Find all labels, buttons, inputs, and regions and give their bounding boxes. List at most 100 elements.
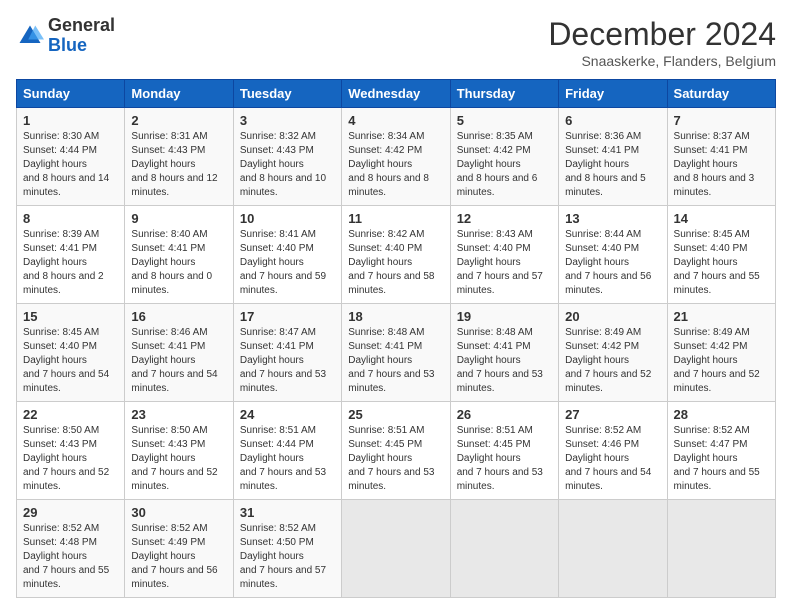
day-detail: Sunrise: 8:43 AMSunset: 4:40 PMDaylight … xyxy=(457,229,543,296)
calendar-cell: 31 Sunrise: 8:52 AMSunset: 4:50 PMDaylig… xyxy=(233,500,341,598)
day-detail: Sunrise: 8:52 AMSunset: 4:47 PMDaylight … xyxy=(674,425,760,492)
calendar-cell: 29 Sunrise: 8:52 AMSunset: 4:48 PMDaylig… xyxy=(17,500,125,598)
day-number: 2 xyxy=(131,113,226,128)
day-detail: Sunrise: 8:52 AMSunset: 4:49 PMDaylight … xyxy=(131,523,217,590)
weekday-header-tuesday: Tuesday xyxy=(233,80,341,108)
calendar-cell: 10 Sunrise: 8:41 AMSunset: 4:40 PMDaylig… xyxy=(233,206,341,304)
calendar-cell: 20 Sunrise: 8:49 AMSunset: 4:42 PMDaylig… xyxy=(559,304,667,402)
calendar-cell xyxy=(667,500,775,598)
day-number: 7 xyxy=(674,113,769,128)
calendar-week-3: 15 Sunrise: 8:45 AMSunset: 4:40 PMDaylig… xyxy=(17,304,776,402)
day-number: 27 xyxy=(565,407,660,422)
day-number: 16 xyxy=(131,309,226,324)
day-number: 13 xyxy=(565,211,660,226)
day-number: 8 xyxy=(23,211,118,226)
calendar-week-5: 29 Sunrise: 8:52 AMSunset: 4:48 PMDaylig… xyxy=(17,500,776,598)
calendar-cell xyxy=(559,500,667,598)
day-number: 1 xyxy=(23,113,118,128)
logo: General Blue xyxy=(16,16,115,56)
calendar-cell: 28 Sunrise: 8:52 AMSunset: 4:47 PMDaylig… xyxy=(667,402,775,500)
calendar-cell: 21 Sunrise: 8:49 AMSunset: 4:42 PMDaylig… xyxy=(667,304,775,402)
day-number: 19 xyxy=(457,309,552,324)
day-detail: Sunrise: 8:40 AMSunset: 4:41 PMDaylight … xyxy=(131,229,212,296)
day-number: 23 xyxy=(131,407,226,422)
weekday-header-monday: Monday xyxy=(125,80,233,108)
calendar-cell: 18 Sunrise: 8:48 AMSunset: 4:41 PMDaylig… xyxy=(342,304,450,402)
day-number: 21 xyxy=(674,309,769,324)
weekday-header-friday: Friday xyxy=(559,80,667,108)
day-detail: Sunrise: 8:48 AMSunset: 4:41 PMDaylight … xyxy=(457,327,543,394)
day-number: 15 xyxy=(23,309,118,324)
day-detail: Sunrise: 8:47 AMSunset: 4:41 PMDaylight … xyxy=(240,327,326,394)
day-detail: Sunrise: 8:50 AMSunset: 4:43 PMDaylight … xyxy=(23,425,109,492)
day-number: 17 xyxy=(240,309,335,324)
day-number: 12 xyxy=(457,211,552,226)
page-header: General Blue December 2024 Snaaskerke, F… xyxy=(16,16,776,69)
calendar-cell: 3 Sunrise: 8:32 AMSunset: 4:43 PMDayligh… xyxy=(233,108,341,206)
day-number: 24 xyxy=(240,407,335,422)
calendar-cell: 2 Sunrise: 8:31 AMSunset: 4:43 PMDayligh… xyxy=(125,108,233,206)
day-number: 31 xyxy=(240,505,335,520)
day-number: 18 xyxy=(348,309,443,324)
calendar-cell: 7 Sunrise: 8:37 AMSunset: 4:41 PMDayligh… xyxy=(667,108,775,206)
day-number: 11 xyxy=(348,211,443,226)
day-detail: Sunrise: 8:41 AMSunset: 4:40 PMDaylight … xyxy=(240,229,326,296)
day-detail: Sunrise: 8:51 AMSunset: 4:45 PMDaylight … xyxy=(457,425,543,492)
calendar-week-4: 22 Sunrise: 8:50 AMSunset: 4:43 PMDaylig… xyxy=(17,402,776,500)
calendar-cell: 22 Sunrise: 8:50 AMSunset: 4:43 PMDaylig… xyxy=(17,402,125,500)
calendar-cell: 26 Sunrise: 8:51 AMSunset: 4:45 PMDaylig… xyxy=(450,402,558,500)
day-detail: Sunrise: 8:52 AMSunset: 4:50 PMDaylight … xyxy=(240,523,326,590)
day-detail: Sunrise: 8:46 AMSunset: 4:41 PMDaylight … xyxy=(131,327,217,394)
calendar-cell: 25 Sunrise: 8:51 AMSunset: 4:45 PMDaylig… xyxy=(342,402,450,500)
calendar-cell: 12 Sunrise: 8:43 AMSunset: 4:40 PMDaylig… xyxy=(450,206,558,304)
calendar-cell: 24 Sunrise: 8:51 AMSunset: 4:44 PMDaylig… xyxy=(233,402,341,500)
day-detail: Sunrise: 8:50 AMSunset: 4:43 PMDaylight … xyxy=(131,425,217,492)
day-detail: Sunrise: 8:51 AMSunset: 4:45 PMDaylight … xyxy=(348,425,434,492)
day-detail: Sunrise: 8:31 AMSunset: 4:43 PMDaylight … xyxy=(131,131,217,198)
day-detail: Sunrise: 8:52 AMSunset: 4:46 PMDaylight … xyxy=(565,425,651,492)
calendar-cell: 17 Sunrise: 8:47 AMSunset: 4:41 PMDaylig… xyxy=(233,304,341,402)
calendar-week-2: 8 Sunrise: 8:39 AMSunset: 4:41 PMDayligh… xyxy=(17,206,776,304)
day-number: 4 xyxy=(348,113,443,128)
calendar-cell: 4 Sunrise: 8:34 AMSunset: 4:42 PMDayligh… xyxy=(342,108,450,206)
day-detail: Sunrise: 8:36 AMSunset: 4:41 PMDaylight … xyxy=(565,131,646,198)
day-number: 3 xyxy=(240,113,335,128)
day-number: 26 xyxy=(457,407,552,422)
calendar-cell: 8 Sunrise: 8:39 AMSunset: 4:41 PMDayligh… xyxy=(17,206,125,304)
calendar-week-1: 1 Sunrise: 8:30 AMSunset: 4:44 PMDayligh… xyxy=(17,108,776,206)
logo-icon xyxy=(16,22,44,50)
day-number: 6 xyxy=(565,113,660,128)
weekday-header-thursday: Thursday xyxy=(450,80,558,108)
day-number: 10 xyxy=(240,211,335,226)
day-number: 5 xyxy=(457,113,552,128)
day-detail: Sunrise: 8:30 AMSunset: 4:44 PMDaylight … xyxy=(23,131,109,198)
day-number: 25 xyxy=(348,407,443,422)
day-detail: Sunrise: 8:52 AMSunset: 4:48 PMDaylight … xyxy=(23,523,109,590)
calendar-table: SundayMondayTuesdayWednesdayThursdayFrid… xyxy=(16,79,776,598)
calendar-cell: 15 Sunrise: 8:45 AMSunset: 4:40 PMDaylig… xyxy=(17,304,125,402)
weekday-header-wednesday: Wednesday xyxy=(342,80,450,108)
weekday-header-saturday: Saturday xyxy=(667,80,775,108)
location-subtitle: Snaaskerke, Flanders, Belgium xyxy=(548,53,776,69)
day-number: 30 xyxy=(131,505,226,520)
day-detail: Sunrise: 8:34 AMSunset: 4:42 PMDaylight … xyxy=(348,131,429,198)
day-number: 22 xyxy=(23,407,118,422)
logo-line2: Blue xyxy=(48,36,115,56)
calendar-cell xyxy=(450,500,558,598)
day-detail: Sunrise: 8:44 AMSunset: 4:40 PMDaylight … xyxy=(565,229,651,296)
day-detail: Sunrise: 8:45 AMSunset: 4:40 PMDaylight … xyxy=(674,229,760,296)
day-number: 14 xyxy=(674,211,769,226)
calendar-cell: 1 Sunrise: 8:30 AMSunset: 4:44 PMDayligh… xyxy=(17,108,125,206)
day-detail: Sunrise: 8:48 AMSunset: 4:41 PMDaylight … xyxy=(348,327,434,394)
calendar-cell: 27 Sunrise: 8:52 AMSunset: 4:46 PMDaylig… xyxy=(559,402,667,500)
calendar-cell: 11 Sunrise: 8:42 AMSunset: 4:40 PMDaylig… xyxy=(342,206,450,304)
day-detail: Sunrise: 8:49 AMSunset: 4:42 PMDaylight … xyxy=(565,327,651,394)
day-number: 20 xyxy=(565,309,660,324)
calendar-cell: 16 Sunrise: 8:46 AMSunset: 4:41 PMDaylig… xyxy=(125,304,233,402)
day-detail: Sunrise: 8:32 AMSunset: 4:43 PMDaylight … xyxy=(240,131,326,198)
title-block: December 2024 Snaaskerke, Flanders, Belg… xyxy=(548,16,776,69)
month-title: December 2024 xyxy=(548,16,776,53)
calendar-cell: 23 Sunrise: 8:50 AMSunset: 4:43 PMDaylig… xyxy=(125,402,233,500)
day-detail: Sunrise: 8:49 AMSunset: 4:42 PMDaylight … xyxy=(674,327,760,394)
calendar-cell: 19 Sunrise: 8:48 AMSunset: 4:41 PMDaylig… xyxy=(450,304,558,402)
